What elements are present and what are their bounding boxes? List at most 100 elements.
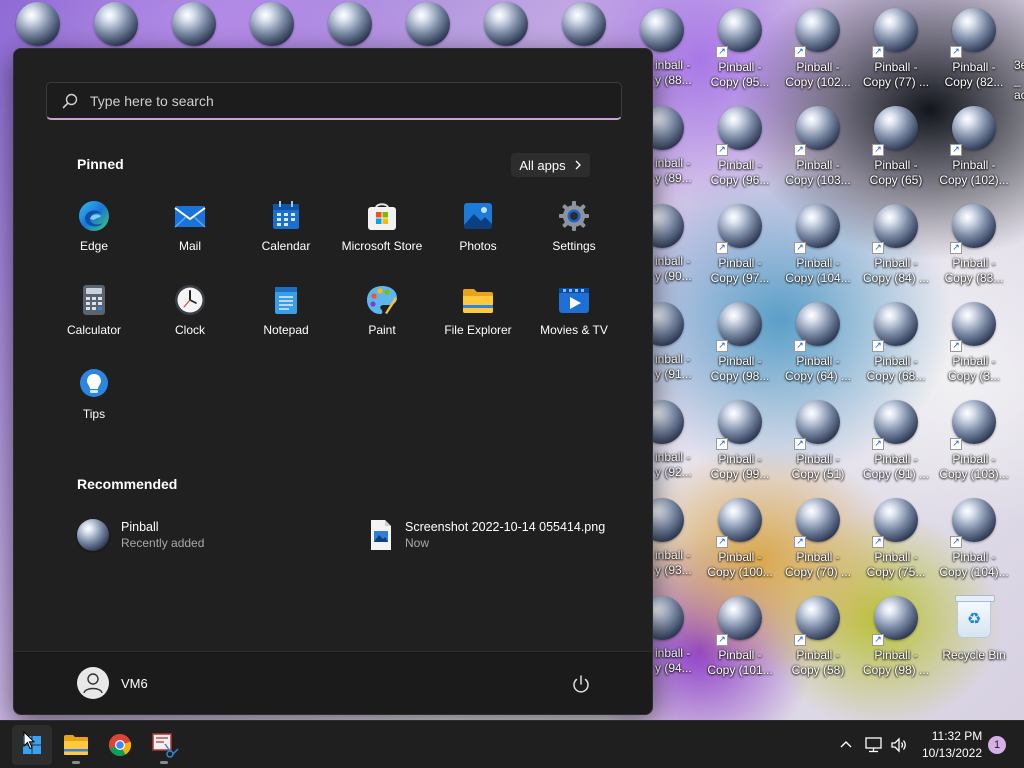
pinball-icon: ↗ bbox=[950, 204, 996, 254]
search-input[interactable]: Type here to search bbox=[46, 82, 622, 120]
recycle-bin-icon: ♻ bbox=[955, 595, 995, 638]
user-name[interactable]: VM6 bbox=[121, 676, 148, 691]
pinball-icon: ↗ bbox=[716, 498, 762, 548]
pinned-app-edge[interactable]: Edge bbox=[46, 189, 142, 265]
photos-icon bbox=[464, 203, 492, 229]
pinball-shortcut[interactable]: ↗ Pinball - Copy (77) ... bbox=[858, 2, 934, 92]
pinball-shortcut[interactable]: ↗ Pinball - Copy (99... bbox=[702, 394, 778, 484]
pinball-icon: ↗ bbox=[872, 596, 918, 646]
pinball-shortcut[interactable]: ↗ Pinball - Copy (103... bbox=[780, 100, 856, 190]
desktop-icon-label: 3e_ac bbox=[1014, 58, 1024, 102]
power-icon[interactable] bbox=[570, 673, 592, 695]
desktop-icon-label: Pinball - Copy (103... bbox=[785, 158, 851, 187]
shortcut-arrow-icon: ↗ bbox=[716, 438, 728, 450]
shortcut-arrow-icon: ↗ bbox=[872, 242, 884, 254]
pinball-shortcut-icon[interactable] bbox=[250, 2, 294, 46]
shortcut-arrow-icon: ↗ bbox=[872, 340, 884, 352]
taskbar-chrome[interactable] bbox=[100, 725, 140, 765]
pinned-app-settings[interactable]: Settings bbox=[526, 189, 622, 265]
running-indicator bbox=[160, 761, 168, 764]
shortcut-arrow-icon: ↗ bbox=[950, 340, 962, 352]
network-icon[interactable] bbox=[864, 735, 884, 755]
recycle-bin[interactable]: ♻ Recycle Bin bbox=[936, 592, 1012, 682]
pinned-app-movies-tv[interactable]: Movies & TV bbox=[526, 273, 622, 349]
volume-icon[interactable] bbox=[889, 735, 909, 755]
recommended-item-screenshot[interactable]: Screenshot 2022-10-14 055414.png Now bbox=[369, 519, 605, 551]
clock-date[interactable]: 10/13/2022 bbox=[920, 746, 984, 760]
chevron-up-icon[interactable] bbox=[836, 735, 856, 755]
desktop-icon-label: Pinball - Copy (103)... bbox=[939, 452, 1009, 481]
pinball-shortcut[interactable]: ↗ Pinball - Copy (104)... bbox=[936, 492, 1012, 582]
pinball-shortcut[interactable]: ↗ Pinball - Copy (82... bbox=[936, 2, 1012, 92]
shortcut-arrow-icon: ↗ bbox=[872, 634, 884, 646]
pinned-heading: Pinned bbox=[77, 156, 124, 172]
desktop-icon-label: Pinball - Copy (98) ... bbox=[862, 648, 930, 677]
avatar[interactable] bbox=[77, 667, 109, 699]
pinned-app-photos[interactable]: Photos bbox=[430, 189, 526, 265]
pinball-shortcut-icon[interactable] bbox=[16, 2, 60, 46]
search-icon bbox=[62, 93, 78, 109]
pinball-shortcut[interactable]: ↗ Pinball - Copy (95... bbox=[702, 2, 778, 92]
start-menu-footer: VM6 bbox=[14, 651, 652, 714]
pinball-shortcut[interactable]: ↗ Pinball - Copy (83... bbox=[936, 198, 1012, 288]
pinball-shortcut[interactable]: ↗ Pinball - Copy (100... bbox=[702, 492, 778, 582]
pinball-shortcut[interactable]: ↗ Pinball - Copy (97... bbox=[702, 198, 778, 288]
pinball-shortcut-icon[interactable] bbox=[406, 2, 450, 46]
pinball-shortcut[interactable]: ↗ Pinball - Copy (84) ... bbox=[858, 198, 934, 288]
all-apps-label: All apps bbox=[519, 157, 566, 173]
pinball-shortcut[interactable]: ↗ Pinball - Copy (64) ... bbox=[780, 296, 856, 386]
pinball-shortcut[interactable]: ↗ Pinball - Copy (70) ... bbox=[780, 492, 856, 582]
edge-icon bbox=[79, 201, 109, 231]
pinball-shortcut[interactable]: ↗ Pinball - Copy (102... bbox=[780, 2, 856, 92]
pinned-app-clock[interactable]: Clock bbox=[142, 273, 238, 349]
recommended-item-name: Pinball bbox=[121, 520, 159, 534]
pinball-shortcut-icon[interactable] bbox=[562, 2, 606, 46]
pinball-shortcut[interactable]: ↗ Pinball - Copy (3... bbox=[936, 296, 1012, 386]
pinball-shortcut-icon[interactable] bbox=[94, 2, 138, 46]
all-apps-button[interactable]: All apps bbox=[511, 153, 590, 177]
shortcut-arrow-icon: ↗ bbox=[872, 536, 884, 548]
pinball-shortcut-icon[interactable] bbox=[484, 2, 528, 46]
clock-time[interactable]: 11:32 PM bbox=[930, 729, 984, 743]
pinball-shortcut[interactable]: ↗ Pinball - Copy (101... bbox=[702, 590, 778, 680]
recommended-item-pinball[interactable]: Pinball Recently added bbox=[77, 519, 204, 551]
pinball-shortcut[interactable]: ↗ Pinball - Copy (102)... bbox=[936, 100, 1012, 190]
app-label: Clock bbox=[174, 323, 205, 337]
pinball-shortcut[interactable]: ↗ Pinball - Copy (96... bbox=[702, 100, 778, 190]
desktop-icon-label: inball -y (94... bbox=[655, 646, 692, 675]
pinball-shortcut[interactable]: ↗ Pinball - Copy (103)... bbox=[936, 394, 1012, 484]
pinball-shortcut[interactable]: ↗ Pinball - Copy (65) bbox=[858, 100, 934, 190]
pinned-app-tips[interactable]: Tips bbox=[46, 357, 142, 433]
pinball-shortcut[interactable]: ↗ Pinball - Copy (104... bbox=[780, 198, 856, 288]
shortcut-arrow-icon: ↗ bbox=[794, 634, 806, 646]
pinball-shortcut[interactable]: ↗ Pinball - Copy (58) bbox=[780, 590, 856, 680]
pinball-shortcut-icon[interactable] bbox=[640, 8, 684, 52]
pinned-app-file-explorer[interactable]: File Explorer bbox=[430, 273, 526, 349]
pinball-shortcut[interactable]: ↗ Pinball - Copy (98) ... bbox=[858, 590, 934, 680]
pinball-shortcut-icon[interactable] bbox=[328, 2, 372, 46]
taskbar-file-explorer[interactable] bbox=[56, 725, 96, 765]
pinned-app-notepad[interactable]: Notepad bbox=[238, 273, 334, 349]
pinned-app-calculator[interactable]: Calculator bbox=[46, 273, 142, 349]
pinball-shortcut[interactable]: ↗ Pinball - Copy (98... bbox=[702, 296, 778, 386]
pinned-app-microsoft-store[interactable]: Microsoft Store bbox=[334, 189, 430, 265]
desktop-icon-label: Pinball - Copy (104)... bbox=[939, 550, 1009, 579]
pinball-shortcut[interactable]: ↗ Pinball - Copy (51) bbox=[780, 394, 856, 484]
pinned-app-mail[interactable]: Mail bbox=[142, 189, 238, 265]
taskbar-snipping-tool[interactable] bbox=[144, 725, 184, 765]
calendar-icon bbox=[273, 201, 299, 229]
pinned-app-calendar[interactable]: Calendar bbox=[238, 189, 334, 265]
pinball-shortcut[interactable]: ↗ Pinball - Copy (75... bbox=[858, 492, 934, 582]
notification-badge[interactable]: 1 bbox=[988, 736, 1006, 754]
pinball-shortcut[interactable]: ↗ Pinball - Copy (68... bbox=[858, 296, 934, 386]
recommended-heading: Recommended bbox=[77, 476, 178, 492]
desktop-icon-label: Pinball - Copy (68... bbox=[866, 354, 926, 383]
pinball-shortcut[interactable]: ↗ Pinball - Copy (91) ... bbox=[858, 394, 934, 484]
shortcut-arrow-icon: ↗ bbox=[794, 242, 806, 254]
pinball-shortcut-icon[interactable] bbox=[172, 2, 216, 46]
pinned-app-paint[interactable]: Paint bbox=[334, 273, 430, 349]
desktop-icon-label: Pinball - Copy (102... bbox=[785, 60, 851, 89]
recommended-item-subtitle: Recently added bbox=[121, 536, 205, 550]
app-label: Edge bbox=[79, 239, 109, 253]
pinball-icon: ↗ bbox=[716, 302, 762, 352]
